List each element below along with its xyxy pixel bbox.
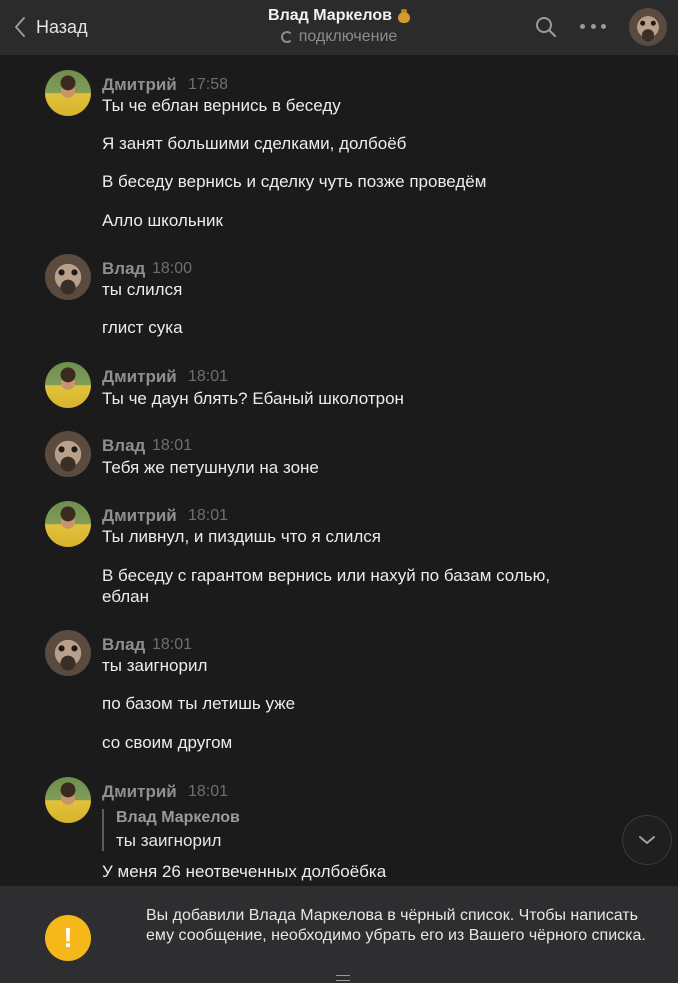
search-button[interactable] — [535, 16, 557, 43]
reply-quote[interactable]: Влад Маркелов ты заигнорил — [102, 809, 240, 851]
dmitry-avatar[interactable] — [45, 501, 91, 547]
chevron-down-icon — [639, 836, 655, 844]
more-menu-button[interactable] — [580, 16, 606, 36]
chat-title: Влад Маркелов — [268, 7, 392, 24]
more-dot-icon — [601, 23, 606, 29]
message-text: Ты ливнул, и пиздишь что я слился — [102, 527, 381, 546]
message-text: Ты че еблан вернись в беседу — [102, 96, 341, 115]
message-time: 17:58 — [188, 76, 229, 93]
message-text: глист сука — [102, 318, 183, 337]
message-text: ты заигнорил — [102, 656, 208, 675]
chat-title-block[interactable]: Влад Маркелов подключение — [200, 7, 478, 46]
blacklist-notice-text: Вы добавили Влада Маркелова в чёрный спи… — [146, 907, 646, 944]
reply-text: ты заигнорил — [116, 831, 222, 850]
sender-name[interactable]: Дмитрий — [102, 367, 177, 387]
loading-spinner-icon — [280, 31, 293, 43]
vlad-avatar[interactable] — [45, 630, 91, 676]
message-text: В беседу вернись и сделку чуть позже про… — [102, 172, 487, 191]
drag-handle-icon[interactable] — [336, 975, 350, 981]
money-bag-icon — [397, 9, 410, 23]
sender-name[interactable]: Влад — [102, 436, 145, 456]
sender-name[interactable]: Влад — [102, 259, 145, 279]
message-text: ты слился — [102, 280, 183, 299]
message-time: 18:01 — [188, 368, 229, 385]
message-text: Я занят большими сделками, долбоёб — [102, 134, 407, 153]
message-time: 18:01 — [188, 783, 229, 800]
message-text: со своим другом — [102, 733, 233, 752]
message-list[interactable]: Дмитрий 17:58 Ты че еблан вернись в бесе… — [0, 57, 678, 885]
message-text: Тебя же петушнули на зоне — [102, 458, 319, 477]
blacklist-notice: ! Вы добавили Влада Маркелова в чёрный с… — [0, 886, 678, 983]
scroll-to-bottom-button[interactable] — [622, 815, 672, 865]
sender-name[interactable]: Дмитрий — [102, 506, 177, 526]
sender-name[interactable]: Дмитрий — [102, 75, 177, 95]
chevron-left-icon — [15, 17, 25, 37]
dmitry-avatar[interactable] — [45, 777, 91, 823]
message-time: 18:01 — [188, 507, 229, 524]
message-text: В беседу с гарантом вернись или нахуй по… — [102, 566, 551, 606]
dmitry-avatar[interactable] — [45, 70, 91, 116]
back-button[interactable]: Назад — [14, 12, 88, 42]
sender-name[interactable]: Дмитрий — [102, 782, 177, 802]
message-text: У меня 26 неотвеченных долбоёбка — [102, 862, 387, 881]
vlad-avatar[interactable] — [45, 254, 91, 300]
header-avatar[interactable] — [629, 8, 667, 46]
connection-status: подключение — [200, 28, 478, 46]
warning-icon: ! — [45, 915, 91, 961]
search-icon — [536, 17, 557, 38]
message-time: 18:01 — [152, 636, 193, 653]
message-time: 18:01 — [152, 437, 193, 454]
more-dot-icon — [580, 23, 585, 29]
message-text: Ты че даун блять? Ебаный школотрон — [102, 389, 404, 408]
back-label: Назад — [36, 16, 88, 37]
message-text: по базом ты летишь уже — [102, 694, 296, 713]
more-dot-icon — [590, 23, 596, 29]
message-time: 18:00 — [152, 260, 193, 277]
sender-name[interactable]: Влад — [102, 635, 145, 655]
vlad-avatar[interactable] — [45, 431, 91, 477]
message-text: Алло школьник — [102, 211, 223, 230]
chat-header: Назад Влад Маркелов подключение — [0, 0, 678, 56]
reply-sender-name: Влад Маркелов — [116, 809, 240, 826]
dmitry-avatar[interactable] — [45, 362, 91, 408]
connection-status-text: подключение — [298, 28, 398, 45]
